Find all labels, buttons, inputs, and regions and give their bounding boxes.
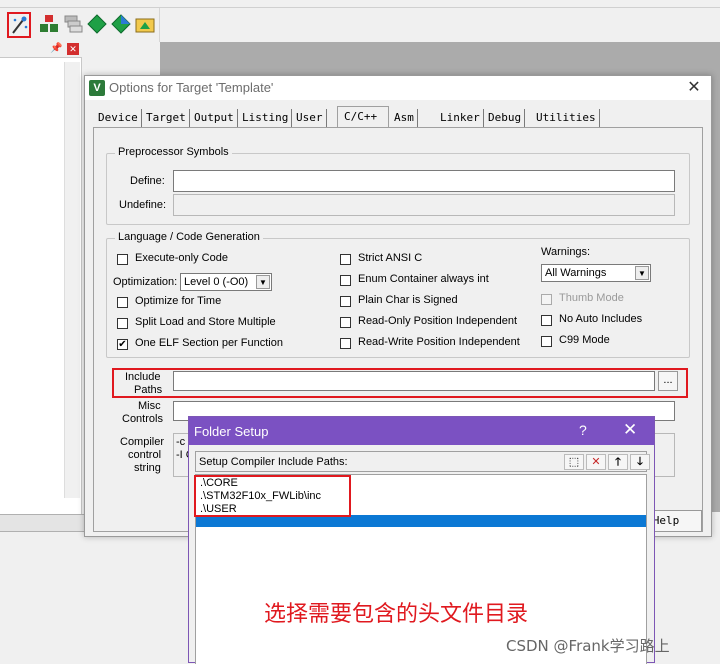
thumb-mode-label: Thumb Mode: [559, 292, 624, 304]
paths-highlight: [194, 475, 351, 517]
pin-icon[interactable]: 📌: [50, 43, 62, 54]
package-icon: [135, 18, 155, 33]
include-paths-browse-button[interactable]: ...: [658, 371, 678, 391]
split-load-label: Split Load and Store Multiple: [135, 316, 276, 328]
options-tabs: Device Target Output Listing User C/C++ …: [95, 106, 705, 128]
optimize-for-time-label: Optimize for Time: [135, 295, 222, 307]
tab-device[interactable]: Device: [95, 109, 142, 127]
ide-toolbar-area: [160, 8, 720, 42]
optimization-label: Optimization:: [113, 276, 178, 288]
c99-mode-label: C99 Mode: [559, 334, 610, 346]
folder-setup-titlebar: Folder Setup ? ✕: [189, 417, 654, 445]
plain-char-checkbox[interactable]: [340, 296, 351, 307]
include-paths-header-label: Setup Compiler Include Paths:: [199, 456, 348, 468]
one-elf-label: One ELF Section per Function: [135, 337, 283, 349]
no-auto-includes-checkbox[interactable]: [541, 315, 552, 326]
manage-rte-button[interactable]: [134, 13, 156, 35]
include-paths-label-1: Include: [125, 371, 161, 383]
c99-mode-checkbox[interactable]: [541, 336, 552, 347]
define-field[interactable]: [173, 170, 675, 192]
options-for-target-button[interactable]: [7, 12, 31, 38]
stack-icon: [64, 15, 83, 33]
tab-user[interactable]: User: [293, 109, 327, 127]
tab-c-cpp[interactable]: C/C++: [337, 106, 389, 128]
chevron-down-icon: ▼: [635, 266, 649, 280]
one-elf-checkbox[interactable]: ✔: [117, 339, 128, 350]
warnings-label: Warnings:: [541, 246, 591, 258]
thumb-mode-checkbox[interactable]: [541, 294, 552, 305]
undefine-field[interactable]: [173, 194, 675, 216]
project-panel-scrollbar[interactable]: [64, 62, 80, 498]
dialog-titlebar: V Options for Target 'Template' ✕: [85, 76, 711, 100]
checkmark-icon: ✔: [118, 339, 127, 350]
delete-path-icon[interactable]: ✕: [586, 454, 606, 470]
dialog-title: Options for Target 'Template': [109, 80, 274, 95]
magic-wand-icon: [12, 16, 28, 34]
chevron-down-icon: ▼: [256, 275, 270, 289]
define-label: Define:: [130, 175, 165, 187]
undefine-label: Undefine:: [119, 199, 167, 211]
optimization-select[interactable]: Level 0 (-O0) ▼: [180, 273, 272, 291]
keil-icon: V: [89, 80, 105, 96]
ro-position-independent-checkbox[interactable]: [340, 317, 351, 328]
pack-installer-button[interactable]: [110, 13, 132, 35]
misc-controls-label-1: Misc: [138, 400, 161, 412]
rw-position-independent-checkbox[interactable]: [340, 338, 351, 349]
tab-debug[interactable]: Debug: [485, 109, 526, 127]
close-panel-icon[interactable]: ✕: [67, 43, 79, 55]
split-load-checkbox[interactable]: [117, 318, 128, 329]
enum-container-checkbox[interactable]: [340, 275, 351, 286]
preprocessor-group-label: Preprocessor Symbols: [115, 146, 232, 158]
include-paths-list-header: Setup Compiler Include Paths: ⬚ ✕ 🡑 🡓: [195, 451, 650, 472]
tab-listing[interactable]: Listing: [239, 109, 293, 127]
project-panel-header: 📌 ✕: [0, 42, 82, 58]
folder-setup-title: Folder Setup: [194, 424, 269, 439]
preprocessor-group: Preprocessor Symbols Define: Undefine:: [106, 146, 690, 225]
tab-target[interactable]: Target: [143, 109, 190, 127]
language-group-label: Language / Code Generation: [115, 231, 263, 243]
file-extensions-button[interactable]: [62, 13, 84, 35]
help-icon[interactable]: ?: [579, 422, 587, 438]
enum-container-label: Enum Container always int: [358, 273, 489, 285]
language-group: Language / Code Generation Execute-only …: [106, 231, 690, 358]
compiler-control-label-1: Compiler: [120, 436, 165, 448]
move-up-icon[interactable]: 🡑: [608, 454, 628, 470]
tab-utilities[interactable]: Utilities: [533, 109, 600, 127]
pack-installer-icon: [111, 14, 131, 34]
tab-output[interactable]: Output: [191, 109, 238, 127]
warnings-select[interactable]: All Warnings ▼: [541, 264, 651, 282]
misc-controls-label-2: Controls: [122, 413, 163, 425]
compiler-control-label-3: string: [134, 462, 161, 474]
execute-only-checkbox[interactable]: [117, 254, 128, 265]
build-toolbar: [0, 8, 160, 42]
include-paths-field[interactable]: [173, 371, 655, 391]
strict-ansi-checkbox[interactable]: [340, 254, 351, 265]
execute-only-label: Execute-only Code: [135, 252, 228, 264]
ro-position-independent-label: Read-Only Position Independent: [358, 315, 517, 327]
compiler-control-label-2: control: [128, 449, 162, 461]
optimize-for-time-checkbox[interactable]: [117, 297, 128, 308]
dialog-close-button[interactable]: ✕: [683, 78, 705, 98]
green-diamond-icon: [87, 14, 107, 34]
select-packs-button[interactable]: [86, 13, 108, 35]
watermark: CSDN @Frank学习路上: [506, 637, 670, 655]
new-path-icon[interactable]: ⬚: [564, 454, 584, 470]
plain-char-label: Plain Char is Signed: [358, 294, 458, 306]
manage-components-button[interactable]: [38, 13, 60, 35]
rw-position-independent-label: Read-Write Position Independent: [358, 336, 520, 348]
strict-ansi-label: Strict ANSI C: [358, 252, 423, 264]
folder-setup-dialog: Folder Setup ? ✕ Setup Compiler Include …: [188, 416, 655, 664]
include-paths-label-2: Paths: [134, 384, 163, 396]
close-icon[interactable]: ✕: [623, 420, 637, 440]
tab-linker[interactable]: Linker: [437, 109, 484, 127]
ide-top-toolbar: [0, 0, 720, 8]
annotation-text: 选择需要包含的头文件目录: [264, 602, 529, 627]
no-auto-includes-label: No Auto Includes: [559, 313, 643, 325]
components-icon: [40, 15, 58, 32]
move-down-icon[interactable]: 🡓: [630, 454, 650, 470]
tab-asm[interactable]: Asm: [391, 109, 418, 127]
